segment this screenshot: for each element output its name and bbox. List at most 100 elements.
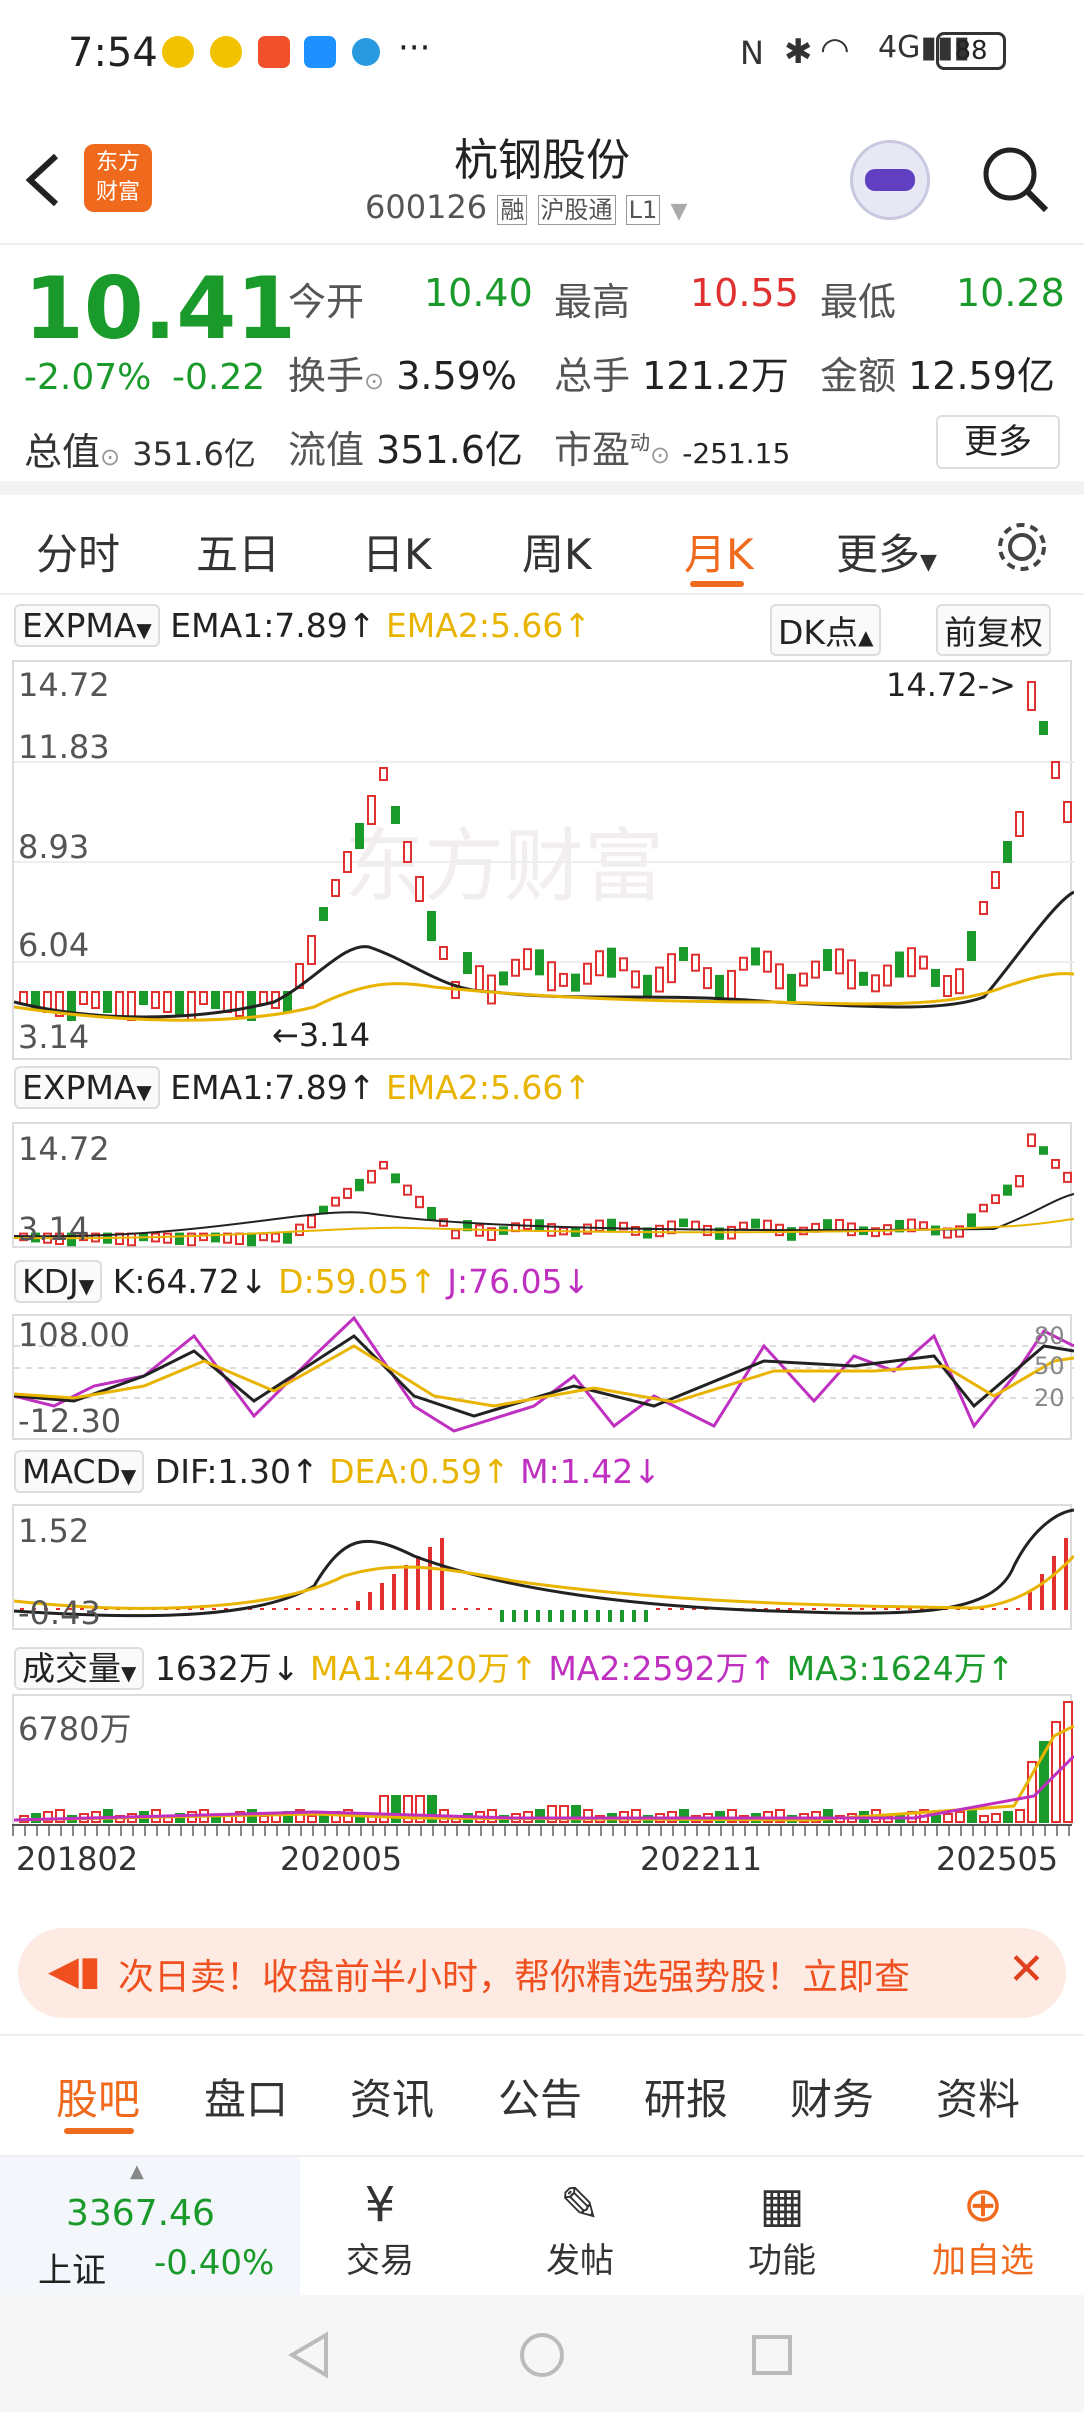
- post-button[interactable]: ✎ 发帖: [530, 2177, 630, 2282]
- candle: [271, 1232, 280, 1243]
- macd-bar: [656, 1608, 660, 1610]
- tab-monthly[interactable]: 月K: [684, 521, 754, 582]
- macd-bar: [896, 1608, 900, 1610]
- macd-bar: [668, 1608, 672, 1610]
- dropdown-icon: ▼: [78, 1274, 95, 1298]
- info-icon[interactable]: ⊙: [100, 443, 120, 471]
- candle: [907, 947, 916, 978]
- candle: [559, 972, 568, 987]
- macd-bar: [1052, 1556, 1056, 1610]
- candle: [967, 931, 976, 961]
- stock-code: 600126: [365, 188, 488, 226]
- weibo-icon: [162, 36, 194, 68]
- more-notifications: ···: [398, 28, 431, 68]
- add-watchlist-button[interactable]: ⊕ 加自选: [918, 2177, 1048, 2282]
- volume-ma1: MA1:4420万↑: [310, 1649, 538, 1688]
- candle: [103, 991, 112, 1013]
- more-button[interactable]: 更多: [936, 415, 1060, 469]
- recents-nav-icon[interactable]: [750, 2333, 794, 2377]
- info-icon[interactable]: ⊙: [650, 441, 670, 469]
- volume-svg: [14, 1701, 1074, 1823]
- search-icon[interactable]: [980, 144, 1052, 216]
- expma-y-bot: 3.14: [18, 1210, 90, 1248]
- tab-five-day[interactable]: 五日: [196, 521, 280, 582]
- volume-select[interactable]: 成交量▼: [14, 1647, 145, 1690]
- candle: [259, 1232, 268, 1242]
- candle: [475, 965, 484, 992]
- candle: [283, 1232, 292, 1244]
- candle: [823, 1219, 832, 1231]
- macd-bar: [284, 1608, 288, 1610]
- kline-chart[interactable]: 东方财富 14.72 11.83 8.93 6.04 3.14 14.72-> …: [12, 660, 1074, 1060]
- kdj-select[interactable]: KDJ▼: [14, 1260, 103, 1303]
- subtab-profile[interactable]: 资料: [936, 2066, 1020, 2127]
- back-nav-icon[interactable]: [286, 2331, 330, 2379]
- candle: [691, 1220, 700, 1231]
- candle: [115, 991, 124, 1017]
- subtab-announcements[interactable]: 公告: [498, 2066, 582, 2127]
- candle: [667, 953, 676, 984]
- candle: [463, 951, 472, 974]
- y-label-min: 3.14: [18, 1018, 90, 1056]
- candle: [343, 851, 352, 873]
- close-icon[interactable]: ✕: [1008, 1944, 1045, 1995]
- gear-icon[interactable]: [994, 519, 1050, 575]
- tab-daily[interactable]: 日K: [362, 521, 432, 582]
- candle: [91, 991, 100, 1009]
- macd-bar: [1004, 1608, 1008, 1610]
- index-value: 3367.46: [66, 2193, 215, 2234]
- main-indicator-select[interactable]: EXPMA▼: [14, 604, 160, 647]
- macd-bar: [644, 1610, 648, 1622]
- subtab-orderbook[interactable]: 盘口: [204, 2066, 288, 2127]
- macd-bar: [824, 1608, 828, 1610]
- macd-chart[interactable]: 1.52 -0.43: [12, 1504, 1074, 1632]
- macd-bar: [1016, 1608, 1020, 1610]
- functions-button[interactable]: ▦ 功能: [732, 2177, 832, 2282]
- macd-y-top: 1.52: [18, 1512, 90, 1550]
- index-change: -0.40%: [154, 2243, 275, 2283]
- tab-intraday[interactable]: 分时: [36, 521, 120, 582]
- adjust-button[interactable]: 前复权: [936, 604, 1051, 656]
- macd-select[interactable]: MACD▼: [14, 1450, 145, 1493]
- candle: [415, 1195, 424, 1209]
- candle: [391, 806, 400, 824]
- subtab-research[interactable]: 研报: [644, 2066, 728, 2127]
- megaphone-icon: ◀▮: [48, 1948, 101, 1994]
- candle: [607, 1218, 616, 1233]
- nfc-icon: N: [740, 34, 764, 72]
- macd-bar: [860, 1608, 864, 1610]
- dk-point-button[interactable]: DK点▲: [770, 604, 882, 656]
- candle: [595, 950, 604, 977]
- tab-more[interactable]: 更多▼: [836, 521, 937, 582]
- x-label-1: 201802: [16, 1840, 139, 1878]
- candle: [739, 1221, 748, 1231]
- info-icon[interactable]: ⊙: [364, 367, 384, 395]
- change-value: -0.22: [172, 357, 266, 398]
- volume-bar: [307, 1815, 317, 1823]
- index-ticker[interactable]: ▲ 3367.46 上证 -0.40%: [0, 2157, 300, 2297]
- dropdown-icon[interactable]: ▼: [670, 199, 687, 224]
- volume-chart[interactable]: 6780万: [12, 1694, 1074, 1824]
- trade-button[interactable]: ¥ 交易: [330, 2177, 430, 2282]
- volume-bar: [991, 1813, 1001, 1823]
- candle: [163, 1232, 172, 1244]
- tab-weekly[interactable]: 周K: [522, 521, 592, 582]
- candle: [1015, 1175, 1024, 1188]
- kdj-chart[interactable]: 108.00 -12.30 80 50 20: [12, 1314, 1074, 1440]
- candle: [451, 1229, 460, 1240]
- subtab-forum[interactable]: 股吧: [56, 2066, 140, 2127]
- subtab-news[interactable]: 资讯: [350, 2066, 434, 2127]
- candle: [523, 948, 532, 971]
- expma-chart[interactable]: 14.72 3.14: [12, 1122, 1074, 1248]
- subtab-finance[interactable]: 财务: [790, 2066, 874, 2127]
- plus-circle-icon: ⊕: [962, 2177, 1004, 2233]
- low-value: 10.28: [956, 271, 1065, 315]
- home-nav-icon[interactable]: [518, 2331, 566, 2379]
- macd-bar: [440, 1538, 444, 1610]
- sub-indicator-select[interactable]: EXPMA▼: [14, 1066, 160, 1109]
- macd-bar: [476, 1608, 480, 1610]
- macd-bar: [368, 1592, 372, 1610]
- promo-banner[interactable]: ◀▮ 次日卖！收盘前半小时，帮你精选强势股！立即查 ✕: [18, 1928, 1066, 2018]
- robot-assistant-icon[interactable]: [850, 140, 930, 220]
- candle: [1063, 1171, 1072, 1183]
